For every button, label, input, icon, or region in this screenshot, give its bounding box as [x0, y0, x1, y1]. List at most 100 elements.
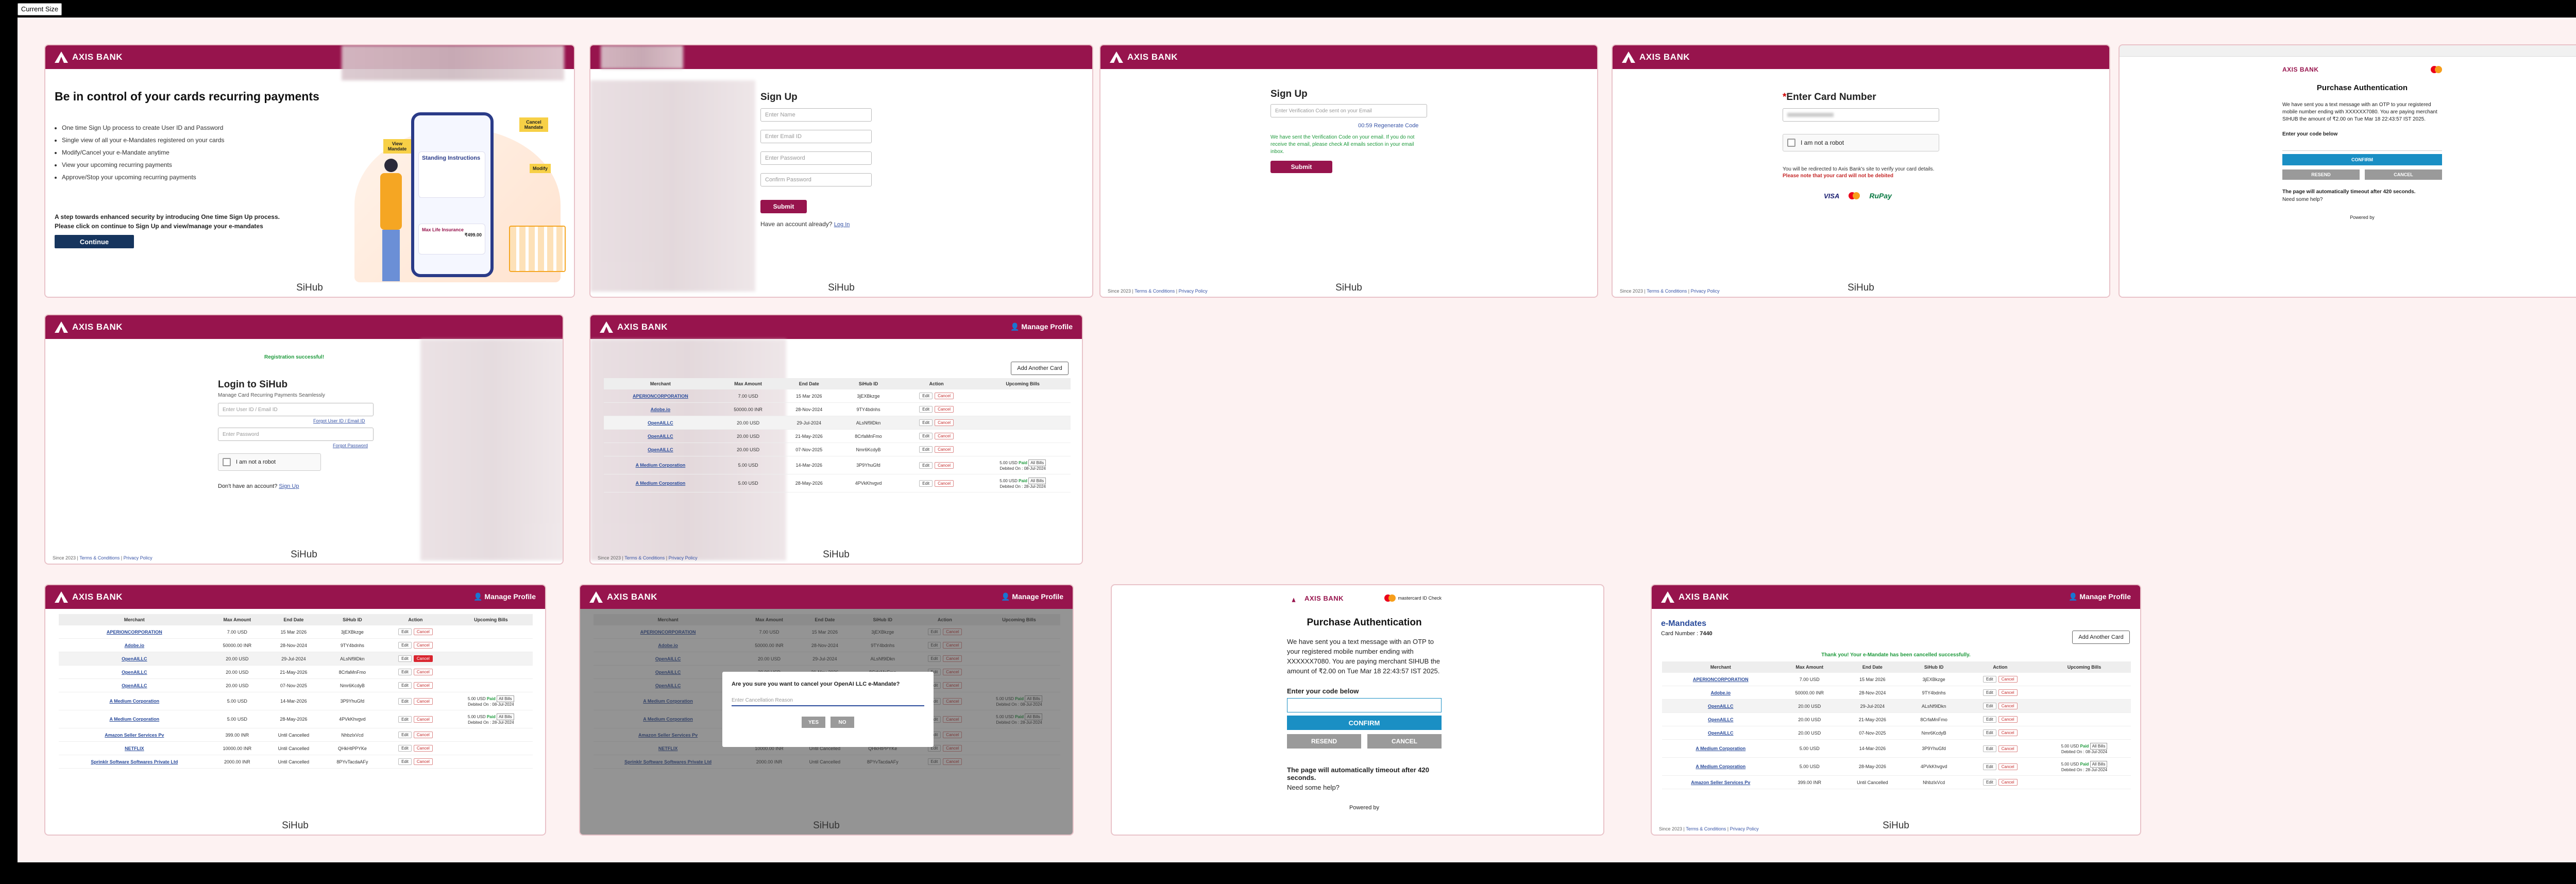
cancel-button[interactable]: Cancel [413, 655, 433, 662]
yes-button[interactable]: YES [802, 717, 825, 728]
confirm-password-input[interactable]: Confirm Password [760, 173, 872, 186]
edit-button[interactable]: Edit [919, 480, 933, 487]
edit-button[interactable]: Edit [398, 698, 412, 705]
password-input[interactable]: Enter Password [760, 151, 872, 165]
captcha-box[interactable]: I am not a robot [218, 453, 321, 471]
all-bills-button[interactable]: All Bills [496, 695, 514, 702]
manage-profile-link[interactable]: 👤 Manage Profile [1001, 592, 1063, 601]
name-input[interactable]: Enter Name [760, 108, 872, 122]
password-input[interactable]: Enter Password [218, 428, 374, 441]
edit-button[interactable]: Edit [1982, 745, 1996, 752]
cancel-button[interactable]: Cancel [935, 433, 954, 439]
edit-button[interactable]: Edit [398, 655, 412, 662]
current-size-button[interactable]: Current Size [18, 3, 62, 15]
card-number-input[interactable] [1783, 108, 1939, 122]
merchant-link[interactable]: OpenAILLC [604, 429, 717, 443]
manage-profile-link[interactable]: 👤 Manage Profile [1010, 322, 1073, 331]
regenerate-code-link[interactable]: 00:59 Regenerate Code [1358, 123, 1418, 129]
cancel-button[interactable]: Cancel [935, 393, 954, 399]
cancel-button[interactable]: Cancel [1998, 676, 2018, 683]
cancel-button[interactable]: CANCEL [1367, 734, 1442, 749]
edit-button[interactable]: Edit [398, 642, 412, 649]
all-bills-button[interactable]: All Bills [2090, 743, 2108, 750]
all-bills-button[interactable]: All Bills [2090, 761, 2108, 768]
cancel-button[interactable]: Cancel [413, 682, 433, 689]
edit-button[interactable]: Edit [1982, 703, 1996, 709]
captcha-box[interactable]: I am not a robot [1783, 134, 1939, 151]
cancel-reason-input[interactable]: Enter Cancellation Reason [732, 698, 924, 706]
cancel-button[interactable]: Cancel [413, 642, 433, 649]
forgot-password-link[interactable]: Forgot Password [333, 443, 368, 448]
captcha-checkbox[interactable] [1787, 139, 1795, 147]
cancel-button[interactable]: Cancel [935, 480, 954, 487]
edit-button[interactable]: Edit [1982, 689, 1996, 696]
merchant-link[interactable]: Amazon Seller Services Pv [59, 728, 210, 742]
edit-button[interactable]: Edit [1982, 729, 1996, 736]
merchant-link[interactable]: A Medium Corporation [59, 692, 210, 710]
verification-code-input[interactable]: Enter Verification Code sent on your Ema… [1270, 104, 1427, 117]
merchant-link[interactable]: Adobe.io [59, 638, 210, 652]
signup-submit-button[interactable]: Submit [760, 200, 807, 213]
merchant-link[interactable]: Amazon Seller Services Pv [1662, 775, 1780, 789]
cancel-button[interactable]: Cancel [1998, 779, 2018, 786]
no-button[interactable]: NO [831, 717, 854, 728]
merchant-link[interactable]: A Medium Corporation [604, 456, 717, 474]
merchant-link[interactable]: Adobe.io [1662, 686, 1780, 700]
merchant-link[interactable]: OpenAILLC [59, 678, 210, 692]
help-link[interactable]: Need some help? [2282, 197, 2442, 202]
edit-button[interactable]: Edit [398, 732, 412, 738]
forgot-user-link[interactable]: Forgot User ID / Email ID [313, 418, 365, 423]
login-link[interactable]: Log In [834, 222, 850, 228]
manage-profile-link[interactable]: 👤 Manage Profile [473, 592, 536, 601]
merchant-link[interactable]: APERIONCORPORATION [1662, 673, 1780, 686]
edit-button[interactable]: Edit [398, 758, 412, 765]
cancel-button[interactable]: Cancel [935, 419, 954, 426]
edit-button[interactable]: Edit [398, 716, 412, 723]
manage-profile-link[interactable]: 👤 Manage Profile [2069, 592, 2131, 601]
edit-button[interactable]: Edit [919, 446, 933, 453]
all-bills-button[interactable]: All Bills [1028, 460, 1046, 466]
cancel-button[interactable]: Cancel [413, 698, 433, 705]
merchant-link[interactable]: NETFLIX [59, 741, 210, 755]
merchant-link[interactable]: A Medium Corporation [1662, 757, 1780, 776]
add-card-button[interactable]: Add Another Card [2072, 631, 2130, 644]
all-bills-button[interactable]: All Bills [1028, 478, 1046, 484]
edit-button[interactable]: Edit [398, 682, 412, 689]
merchant-link[interactable]: OpenAILLC [604, 416, 717, 430]
add-card-button[interactable]: Add Another Card [1011, 362, 1069, 375]
cancel-button[interactable]: CANCEL [2365, 169, 2442, 180]
edit-button[interactable]: Edit [398, 669, 412, 675]
edit-button[interactable]: Edit [398, 628, 412, 635]
edit-button[interactable]: Edit [1982, 676, 1996, 683]
all-bills-button[interactable]: All Bills [496, 713, 514, 720]
merchant-link[interactable]: Adobe.io [604, 402, 717, 416]
cancel-button[interactable]: Cancel [413, 758, 433, 765]
confirm-button[interactable]: CONFIRM [2282, 154, 2442, 165]
captcha-checkbox[interactable] [223, 458, 231, 466]
merchant-link[interactable]: A Medium Corporation [604, 474, 717, 492]
cancel-button[interactable]: Cancel [413, 628, 433, 635]
resend-button[interactable]: RESEND [1287, 734, 1361, 749]
cancel-button[interactable]: Cancel [413, 669, 433, 675]
cancel-button[interactable]: Cancel [1998, 729, 2018, 736]
merchant-link[interactable]: A Medium Corporation [59, 710, 210, 728]
help-link[interactable]: Need some help? [1287, 784, 1442, 791]
cancel-button[interactable]: Cancel [413, 732, 433, 738]
verify-submit-button[interactable]: Submit [1270, 161, 1332, 173]
confirm-button[interactable]: CONFIRM [1287, 716, 1442, 730]
cancel-button[interactable]: Cancel [1998, 689, 2018, 696]
cancel-button[interactable]: Cancel [1998, 716, 2018, 723]
otp-input[interactable] [1287, 698, 1442, 712]
merchant-link[interactable]: Sprinklr Software Softwares Private Ltd [59, 755, 210, 769]
signup-link[interactable]: Sign Up [279, 483, 299, 489]
cancel-button[interactable]: Cancel [935, 406, 954, 413]
cancel-button[interactable]: Cancel [935, 462, 954, 469]
cancel-button[interactable]: Cancel [1998, 703, 2018, 709]
merchant-link[interactable]: OpenAILLC [1662, 726, 1780, 740]
email-input[interactable]: Enter Email ID [760, 130, 872, 143]
continue-button[interactable]: Continue [55, 235, 134, 248]
edit-button[interactable]: Edit [398, 745, 412, 752]
cancel-button[interactable]: Cancel [1998, 745, 2018, 752]
merchant-link[interactable]: OpenAILLC [1662, 712, 1780, 726]
edit-button[interactable]: Edit [1982, 716, 1996, 723]
